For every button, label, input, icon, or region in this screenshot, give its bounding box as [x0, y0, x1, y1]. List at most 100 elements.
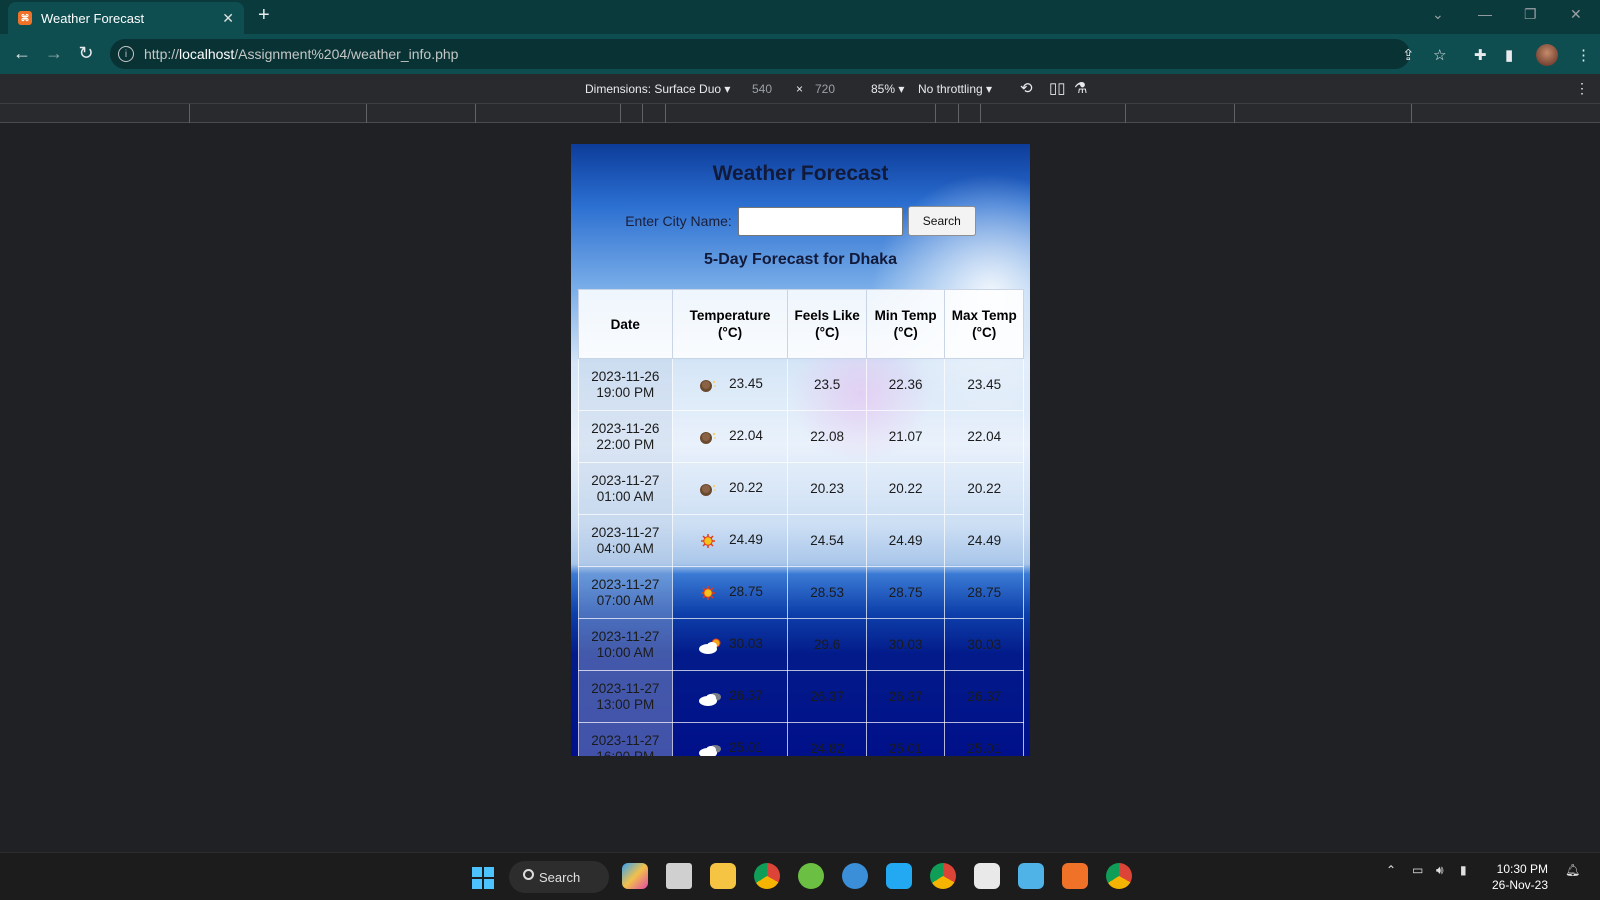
share-icon[interactable]: ⇪ — [1402, 46, 1415, 64]
date-cell: 2023-11-27 07:00 AM — [578, 566, 673, 619]
row-time: 07:00 AM — [596, 592, 654, 608]
row-time: 04:00 AM — [596, 540, 654, 556]
bookmark-star-icon[interactable]: ☆ — [1433, 46, 1446, 64]
task-view-icon[interactable] — [666, 863, 692, 889]
table-row: 2023-11-27 04:00 AM 24.49 24.54 24.49 24.49 — [578, 514, 1024, 567]
xampp-app-icon[interactable] — [1062, 863, 1088, 889]
side-panel-icon[interactable]: ▮ — [1505, 46, 1513, 64]
browser-tab[interactable]: ⌘ Weather Forecast ✕ — [8, 2, 244, 34]
date-cell: 2023-11-27 04:00 AM — [578, 514, 673, 567]
row-temp: 23.45 — [729, 376, 763, 392]
url-prefix: http:// — [144, 46, 180, 62]
temperature-cell: 24.49 — [671, 514, 789, 567]
cloud-icon — [697, 689, 722, 706]
height-field[interactable]: 720 — [815, 82, 835, 96]
snipping-tool-icon[interactable] — [974, 863, 1000, 889]
site-info-icon[interactable]: i — [118, 46, 134, 62]
feels-like-cell: 26.37 — [787, 670, 867, 723]
utorrent-app-icon[interactable] — [798, 863, 824, 889]
width-field[interactable]: 540 — [752, 82, 772, 96]
tab-search-icon[interactable]: ⌄ — [1432, 6, 1444, 23]
qbittorrent-app-icon[interactable] — [842, 863, 868, 889]
vscode-app-icon[interactable] — [886, 863, 912, 889]
throttling-label: No throttling — [918, 82, 983, 96]
min-temp-cell: 28.75 — [865, 566, 946, 619]
taskbar-clock[interactable]: 10:30 PM 26-Nov-23 — [1492, 861, 1548, 893]
row-date: 2023-11-27 — [591, 680, 660, 696]
more-menu-icon[interactable]: ⋮ — [1576, 46, 1591, 64]
copilot-app-icon[interactable] — [622, 863, 648, 889]
zoom-dropdown[interactable]: 85% ▾ — [871, 82, 904, 96]
row-time: 13:00 PM — [596, 696, 655, 712]
feels-like-cell: 22.08 — [787, 410, 867, 463]
browser-toolbar: ← → ↻ i http://localhost/Assignment%204/… — [0, 34, 1600, 74]
row-temp: 26.37 — [729, 688, 763, 704]
network-icon[interactable]: ▭ — [1412, 863, 1423, 877]
moon-cloud-icon — [697, 429, 719, 445]
max-temp-cell: 26.37 — [944, 670, 1024, 723]
row-time: 16:00 PM — [596, 748, 655, 757]
chrome-app-icon[interactable] — [754, 863, 780, 889]
max-temp-cell: 23.45 — [944, 358, 1024, 411]
start-icon[interactable] — [472, 867, 494, 889]
temperature-cell: 23.45 — [671, 358, 789, 411]
row-date: 2023-11-27 — [591, 732, 660, 748]
extensions-icon[interactable]: ✚ — [1474, 46, 1487, 64]
city-input[interactable] — [737, 206, 903, 236]
temperature-cell: 20.22 — [671, 462, 789, 515]
search-button[interactable]: Search — [907, 206, 976, 236]
feels-like-cell: 24.82 — [787, 722, 867, 756]
file-explorer-icon[interactable] — [710, 863, 736, 889]
cloud-icon — [697, 741, 722, 756]
row-temp: 20.22 — [729, 480, 763, 496]
reload-icon[interactable]: ↻ — [75, 43, 97, 64]
address-bar[interactable]: i http://localhost/Assignment%204/weathe… — [110, 39, 1410, 69]
device-more-icon[interactable]: ⋮ — [1575, 80, 1589, 97]
notepad-app-icon[interactable] — [1018, 863, 1044, 889]
dual-screen-icon[interactable]: ▯▯ — [1049, 79, 1066, 97]
min-temp-cell: 26.37 — [865, 670, 946, 723]
throttling-dropdown[interactable]: No throttling ▾ — [918, 82, 992, 96]
feels-like-cell: 29.6 — [787, 618, 867, 671]
max-temp-cell: 24.49 — [944, 514, 1024, 567]
table-row: 2023-11-26 22:00 PM 22.04 22.08 21.07 22.04 — [578, 410, 1024, 463]
row-time: 01:00 AM — [596, 488, 654, 504]
row-temp: 24.49 — [729, 532, 763, 548]
rotate-icon[interactable]: ⟲ — [1020, 79, 1033, 97]
close-tab-icon[interactable]: ✕ — [222, 10, 234, 27]
min-temp-cell: 30.03 — [865, 618, 946, 671]
column-header: Date — [578, 289, 673, 359]
forward-icon[interactable]: → — [43, 43, 65, 64]
chevron-up-icon[interactable]: ⌃ — [1386, 863, 1396, 877]
restore-icon[interactable]: ❐ — [1524, 6, 1537, 23]
clock-date: 26-Nov-23 — [1492, 878, 1549, 892]
sun-icon — [697, 533, 719, 549]
zoom-label: 85% — [871, 82, 896, 96]
close-window-icon[interactable]: ✕ — [1570, 6, 1582, 23]
table-row: 2023-11-27 16:00 PM 25.01 24.82 25.01 25.01 — [578, 722, 1024, 757]
min-temp-cell: 25.01 — [865, 722, 946, 756]
table-row: 2023-11-27 01:00 AM 20.22 20.23 20.22 20.22 — [578, 462, 1024, 515]
avatar[interactable] — [1536, 44, 1558, 66]
dimensions-dropdown[interactable]: Dimensions: Surface Duo ▾ — [585, 82, 730, 96]
volume-icon[interactable]: 🔊︎ — [1436, 863, 1444, 878]
battery-icon[interactable]: ▮ — [1460, 863, 1467, 877]
city-search-form: Enter City Name: Search — [571, 206, 1030, 236]
column-header: Max Temp (°C) — [944, 289, 1024, 359]
chrome-app-icon-2[interactable] — [930, 863, 956, 889]
taskbar-search-label: Search — [539, 869, 581, 885]
device-viewport: Weather Forecast Enter City Name: Search… — [571, 144, 1030, 756]
sensors-icon[interactable]: ⚗ — [1074, 79, 1087, 97]
temperature-cell: 22.04 — [671, 410, 789, 463]
page-title: Weather Forecast — [712, 162, 889, 185]
taskbar-search[interactable]: Search — [509, 861, 609, 893]
dimensions-label: Dimensions: Surface Duo — [585, 82, 722, 96]
notifications-icon[interactable]: 🔔︎ — [1565, 863, 1580, 877]
row-time: 10:00 AM — [596, 644, 654, 660]
minimize-icon[interactable]: — — [1478, 6, 1492, 22]
moon-cloud-icon — [697, 481, 719, 497]
back-icon[interactable]: ← — [11, 43, 33, 64]
new-tab-button[interactable]: + — [258, 4, 270, 27]
chrome-app-icon-3[interactable] — [1106, 863, 1132, 889]
row-temp: 22.04 — [729, 428, 763, 444]
